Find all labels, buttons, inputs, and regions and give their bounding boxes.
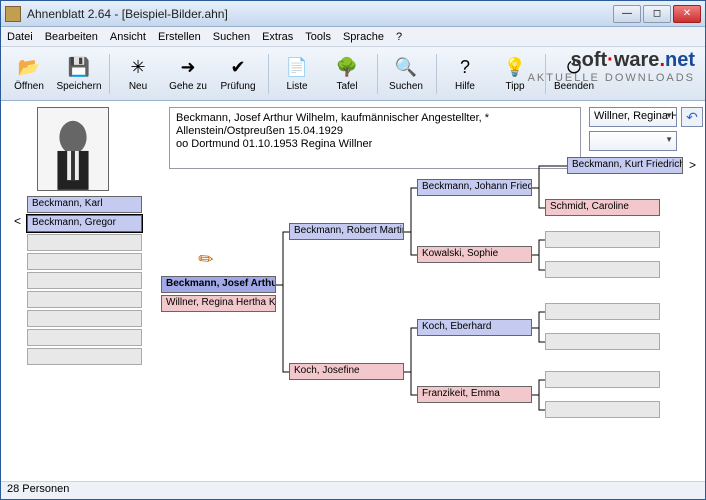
new-label: Neu <box>129 81 147 92</box>
menu-suchen[interactable]: Suchen <box>213 31 250 43</box>
sibling-slot[interactable] <box>27 310 142 327</box>
menu-bearbeiten[interactable]: Bearbeiten <box>45 31 98 43</box>
gg-blank[interactable] <box>545 371 660 388</box>
tip-label: Tipp <box>505 81 524 92</box>
paternal-grandmother[interactable]: Kowalski, Sophie <box>417 246 532 263</box>
list-label: Liste <box>286 81 307 92</box>
sibling-slot[interactable] <box>27 253 142 270</box>
help-label: Hilfe <box>455 81 475 92</box>
check-label: Prüfung <box>220 81 255 92</box>
titlebar: Ahnenblatt 2.64 - [Beispiel-Bilder.ahn] … <box>1 1 705 27</box>
goto-button[interactable]: ➜ Gehe zu <box>164 50 212 98</box>
sibling-slot[interactable] <box>27 329 142 346</box>
gg-blank[interactable] <box>545 303 660 320</box>
open-button[interactable]: 📂 Öffnen <box>5 50 53 98</box>
mother-node[interactable]: Koch, Josefine <box>289 363 404 380</box>
chart-label: Tafel <box>336 81 357 92</box>
app-icon <box>5 6 21 22</box>
sibling-slot[interactable] <box>27 291 142 308</box>
sibling-slot[interactable]: Beckmann, Karl <box>27 196 142 213</box>
sibling-slot[interactable]: Beckmann, Gregor <box>27 215 142 232</box>
separator <box>109 54 110 94</box>
menu-tools[interactable]: Tools <box>305 31 331 43</box>
nav-right-arrow[interactable]: > <box>689 158 696 172</box>
minimize-button[interactable]: — <box>613 5 641 23</box>
new-icon: ✳ <box>126 55 150 79</box>
menubar: Datei Bearbeiten Ansicht Erstellen Suche… <box>1 27 705 47</box>
save-label: Speichern <box>56 81 101 92</box>
search-button[interactable]: 🔍 Suchen <box>382 50 430 98</box>
close-button[interactable]: ✕ <box>673 5 701 23</box>
info-line: Allenstein/Ostpreußen 15.04.1929 <box>176 125 574 138</box>
open-icon: 📂 <box>17 55 41 79</box>
maternal-grandfather[interactable]: Koch, Eberhard <box>417 319 532 336</box>
help-icon: ? <box>453 55 477 79</box>
tip-icon: 💡 <box>503 55 527 79</box>
brand: soft·ware.net AKTUELLE DOWNLOADS <box>528 49 695 84</box>
focus-person[interactable]: Beckmann, Josef Arthu <box>161 276 276 293</box>
statusbar: 28 Personen <box>1 481 705 499</box>
help-button[interactable]: ? Hilfe <box>441 50 489 98</box>
menu-erstellen[interactable]: Erstellen <box>158 31 201 43</box>
undo-button[interactable]: ↶ <box>681 107 703 127</box>
gg-blank[interactable] <box>545 401 660 418</box>
maximize-button[interactable]: ◻ <box>643 5 671 23</box>
check-button[interactable]: ✔ Prüfung <box>214 50 262 98</box>
new-button[interactable]: ✳ Neu <box>114 50 162 98</box>
open-label: Öffnen <box>14 81 44 92</box>
sibling-slot[interactable] <box>27 272 142 289</box>
check-icon: ✔ <box>226 55 250 79</box>
menu-help[interactable]: ? <box>396 31 402 43</box>
save-icon: 💾 <box>67 55 91 79</box>
search-icon: 🔍 <box>394 55 418 79</box>
maternal-grandmother[interactable]: Franzikeit, Emma <box>417 386 532 403</box>
goto-label: Gehe zu <box>169 81 207 92</box>
save-button[interactable]: 💾 Speichern <box>55 50 103 98</box>
separator <box>268 54 269 94</box>
menu-ansicht[interactable]: Ansicht <box>110 31 146 43</box>
chart-button[interactable]: 🌳 Tafel <box>323 50 371 98</box>
info-line: Beckmann, Josef Arthur Wilhelm, kaufmänn… <box>176 112 574 125</box>
nav-link-person[interactable]: Beckmann, Kurt Friedrich <box>567 157 683 174</box>
status-text: 28 Personen <box>7 483 69 495</box>
goto-icon: ➜ <box>176 55 200 79</box>
person-info[interactable]: Beckmann, Josef Arthur Wilhelm, kaufmänn… <box>169 107 581 169</box>
separator <box>377 54 378 94</box>
menu-sprache[interactable]: Sprache <box>343 31 384 43</box>
paternal-grandfather[interactable]: Beckmann, Johann Fried <box>417 179 532 196</box>
pencil-icon: ✎ <box>194 247 219 273</box>
content-area: Beckmann, Josef Arthur Wilhelm, kaufmänn… <box>1 101 705 481</box>
focus-spouse[interactable]: Willner, Regina Hertha K <box>161 295 276 312</box>
toolbar: 📂 Öffnen 💾 Speichern ✳ Neu ➜ Gehe zu ✔ Prüfun… <box>1 47 705 101</box>
chart-icon: 🌳 <box>335 55 359 79</box>
sibling-slot[interactable] <box>27 348 142 365</box>
separator <box>436 54 437 94</box>
window-title: Ahnenblatt 2.64 - [Beispiel-Bilder.ahn] <box>27 7 613 21</box>
search-label: Suchen <box>389 81 423 92</box>
gg-blank[interactable] <box>545 261 660 278</box>
gg-schmidt[interactable]: Schmidt, Caroline <box>545 199 660 216</box>
info-line: oo Dortmund 01.10.1953 Regina Willner <box>176 138 574 151</box>
gg-blank[interactable] <box>545 333 660 350</box>
sibling-slot[interactable] <box>27 234 142 251</box>
menu-datei[interactable]: Datei <box>7 31 33 43</box>
person-photo[interactable] <box>37 107 109 191</box>
nav-combo-2[interactable] <box>589 131 677 151</box>
list-icon: 📄 <box>285 55 309 79</box>
nav-left-arrow[interactable]: < <box>14 214 21 228</box>
menu-extras[interactable]: Extras <box>262 31 293 43</box>
nav-combo-1[interactable]: Willner, Regina Herth <box>589 107 677 127</box>
father-node[interactable]: Beckmann, Robert Martin <box>289 223 404 240</box>
gg-blank[interactable] <box>545 231 660 248</box>
list-button[interactable]: 📄 Liste <box>273 50 321 98</box>
